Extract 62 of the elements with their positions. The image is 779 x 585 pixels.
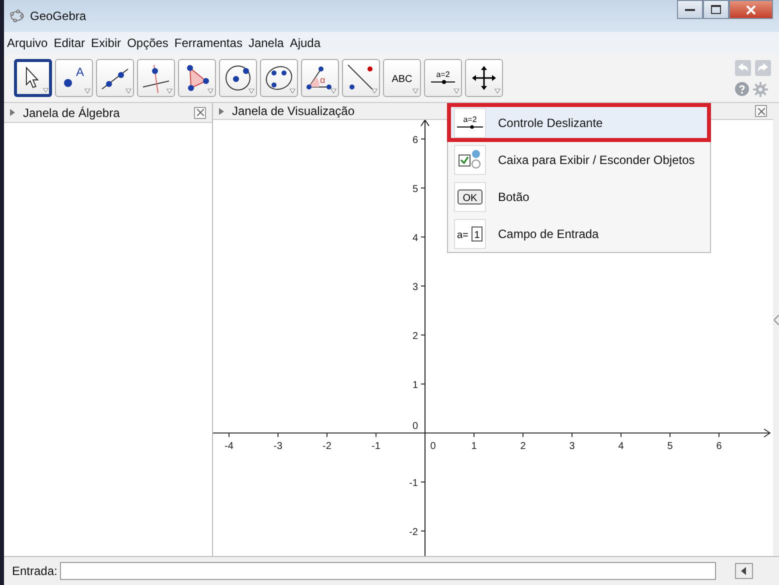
y-tick-label: 2 bbox=[412, 331, 418, 342]
help-icon[interactable] bbox=[735, 82, 749, 96]
circle-tool-button[interactable] bbox=[219, 59, 257, 97]
x-tick-label: -3 bbox=[274, 441, 282, 452]
button-menu-item[interactable]: OK Botão bbox=[448, 178, 710, 215]
x-tick-label: 5 bbox=[667, 441, 673, 452]
x-tick-label: 0 bbox=[430, 441, 436, 452]
y-tick-label: 0 bbox=[412, 421, 418, 432]
menu-item[interactable]: Ferramentas bbox=[174, 36, 242, 50]
maximize-icon bbox=[711, 5, 721, 14]
menu-item[interactable]: Ajuda bbox=[290, 36, 321, 50]
polygon-tool-button[interactable] bbox=[178, 59, 216, 97]
y-tick-label: 1 bbox=[412, 380, 418, 391]
close-panel-button[interactable] bbox=[194, 106, 206, 118]
minimize-button[interactable] bbox=[677, 0, 703, 19]
input-field[interactable] bbox=[60, 562, 716, 580]
y-tick-label: 4 bbox=[412, 233, 418, 244]
window-title: GeoGebra bbox=[30, 9, 86, 23]
y-tick-label: 5 bbox=[412, 184, 418, 195]
checkbox-menu-item[interactable]: Caixa para Exibir / Esconder Objetos bbox=[448, 141, 710, 178]
y-tick-label: -1 bbox=[409, 478, 418, 489]
collapse-triangle-icon[interactable] bbox=[219, 108, 224, 114]
collapse-triangle-icon[interactable] bbox=[10, 109, 15, 116]
checkbox-tool-icon bbox=[454, 144, 486, 174]
y-tick-label: -2 bbox=[409, 527, 418, 538]
app-logo-icon bbox=[10, 9, 24, 23]
close-icon bbox=[746, 4, 756, 14]
pointer-tool-button[interactable] bbox=[14, 59, 52, 97]
y-tick-label: 3 bbox=[412, 282, 418, 293]
slider-tool-icon: a=2 bbox=[454, 108, 486, 138]
triangle-left-icon bbox=[740, 567, 748, 575]
perpendicular-tool-button[interactable] bbox=[137, 59, 175, 97]
x-tick-label: 6 bbox=[716, 441, 722, 452]
line-tool-button[interactable] bbox=[96, 59, 134, 97]
input-label: Entrada: bbox=[12, 564, 58, 578]
maximize-button[interactable] bbox=[703, 0, 729, 19]
close-panel-button[interactable] bbox=[755, 105, 767, 117]
minimize-icon bbox=[685, 8, 695, 12]
keyboard-toggle-button[interactable] bbox=[735, 563, 753, 579]
menu-item[interactable]: Arquivo bbox=[7, 36, 48, 50]
x-tick-label: 3 bbox=[569, 441, 575, 452]
reflect-tool-button[interactable] bbox=[342, 59, 380, 97]
x-tick-label: -4 bbox=[224, 441, 234, 452]
slider-menu-item[interactable]: a=2 Controle Deslizante bbox=[448, 104, 710, 141]
button-tool-icon: OK bbox=[454, 182, 486, 212]
x-tick-label: 4 bbox=[618, 441, 624, 452]
move-tool-button[interactable] bbox=[465, 59, 503, 97]
x-tick-label: -1 bbox=[372, 441, 380, 452]
y-tick-label: 6 bbox=[412, 135, 418, 146]
x-tick-label: 2 bbox=[520, 441, 526, 452]
menu-item[interactable]: Exibir bbox=[91, 36, 122, 50]
x-tick-label: -2 bbox=[322, 441, 332, 452]
input-tool-icon: a= 1 bbox=[454, 218, 486, 248]
ellipse-tool-button[interactable] bbox=[260, 59, 298, 97]
panel-title: Janela de Visualização bbox=[232, 104, 355, 118]
menu-item[interactable]: Janela bbox=[248, 36, 284, 50]
menu-item[interactable]: Opções bbox=[127, 36, 168, 50]
input-menu-item[interactable]: a= 1 Campo de Entrada bbox=[448, 215, 710, 252]
menu-item[interactable]: Editar bbox=[54, 36, 86, 50]
panel-title: Janela de Álgebra bbox=[23, 106, 120, 120]
x-tick-label: 1 bbox=[471, 441, 477, 452]
close-button[interactable] bbox=[729, 0, 773, 19]
